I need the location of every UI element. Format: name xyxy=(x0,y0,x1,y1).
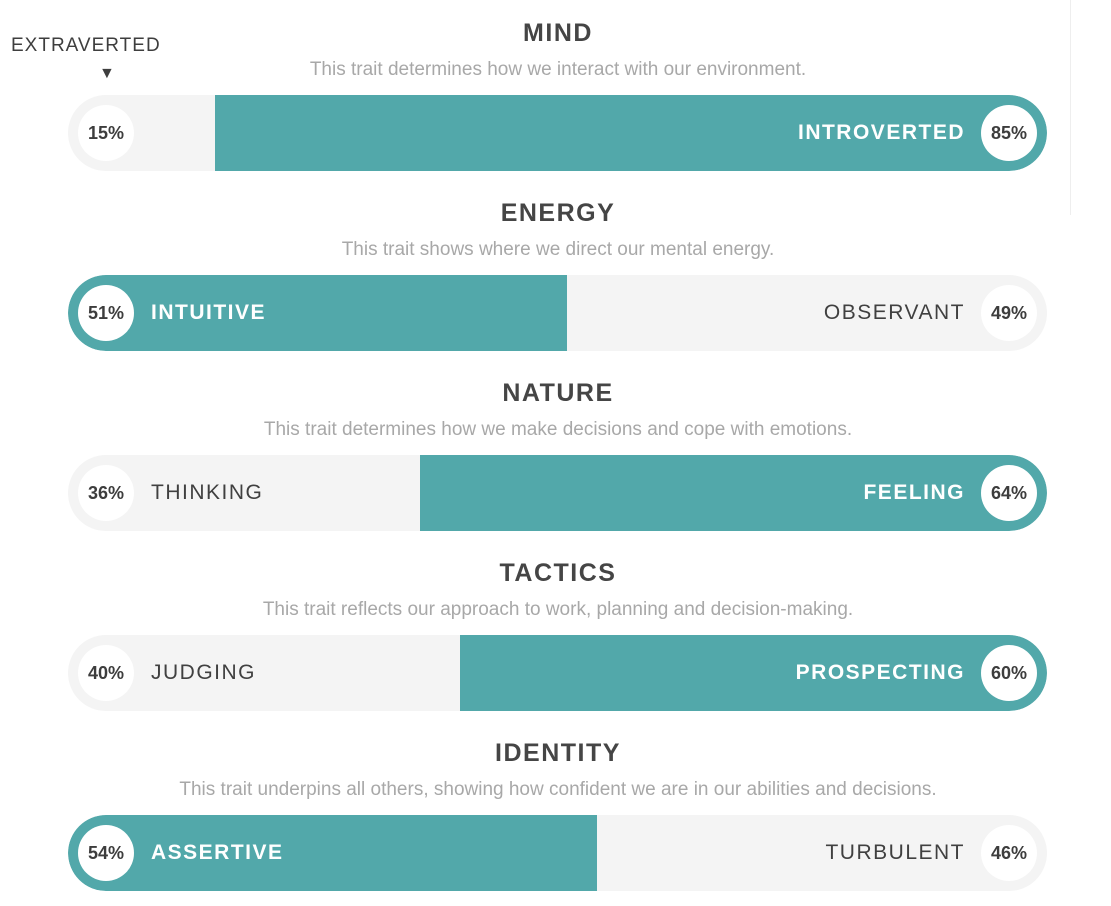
right-percent-badge: 60% xyxy=(981,645,1037,701)
trait-title: IDENTITY xyxy=(495,739,621,767)
trait-bar[interactable]: 36% THINKING FEELING 64% xyxy=(68,455,1047,531)
left-trait-label: THINKING xyxy=(151,481,264,504)
trait-description: This trait reflects our approach to work… xyxy=(262,599,854,620)
trait-title: TACTICS xyxy=(499,559,617,587)
right-trait-label: INTROVERTED xyxy=(797,121,965,144)
right-percent-badge: 46% xyxy=(981,825,1037,881)
trait-title: NATURE xyxy=(502,379,614,407)
trait-bar[interactable]: 54% ASSERTIVE TURBULENT 46% xyxy=(68,815,1047,891)
trait-title: ENERGY xyxy=(500,199,616,227)
left-percent-badge: 51% xyxy=(78,285,134,341)
trait-description: This trait determines how we make decisi… xyxy=(263,419,853,440)
left-percent-badge: 40% xyxy=(78,645,134,701)
left-trait-label: ASSERTIVE xyxy=(151,841,284,864)
left-percent-badge: 36% xyxy=(78,465,134,521)
right-trait-label: TURBULENT xyxy=(825,841,965,864)
right-trait-label: PROSPECTING xyxy=(795,661,965,684)
trait-title: MIND xyxy=(523,19,593,47)
trait-bar[interactable]: 15% INTROVERTED 85% xyxy=(68,95,1047,171)
left-percent-badge: 54% xyxy=(78,825,134,881)
right-percent-badge: 64% xyxy=(981,465,1037,521)
right-percent-badge: 85% xyxy=(981,105,1037,161)
trait-bar-fill xyxy=(68,275,568,351)
right-trait-label: OBSERVANT xyxy=(823,301,965,324)
trait-description: This trait determines how we interact wi… xyxy=(309,59,807,80)
trait-description: This trait underpins all others, showing… xyxy=(179,779,937,800)
trait-bar[interactable]: 40% JUDGING PROSPECTING 60% xyxy=(68,635,1047,711)
trait-bar-fill xyxy=(68,815,597,891)
right-trait-label: FEELING xyxy=(863,481,965,504)
left-trait-label: INTUITIVE xyxy=(151,301,267,324)
trait-description: This trait shows where we direct our men… xyxy=(341,239,775,260)
left-percent-badge: 15% xyxy=(78,105,134,161)
trait-bar[interactable]: 51% INTUITIVE OBSERVANT 49% xyxy=(68,275,1047,351)
left-trait-label: JUDGING xyxy=(151,661,256,684)
right-percent-badge: 49% xyxy=(981,285,1037,341)
